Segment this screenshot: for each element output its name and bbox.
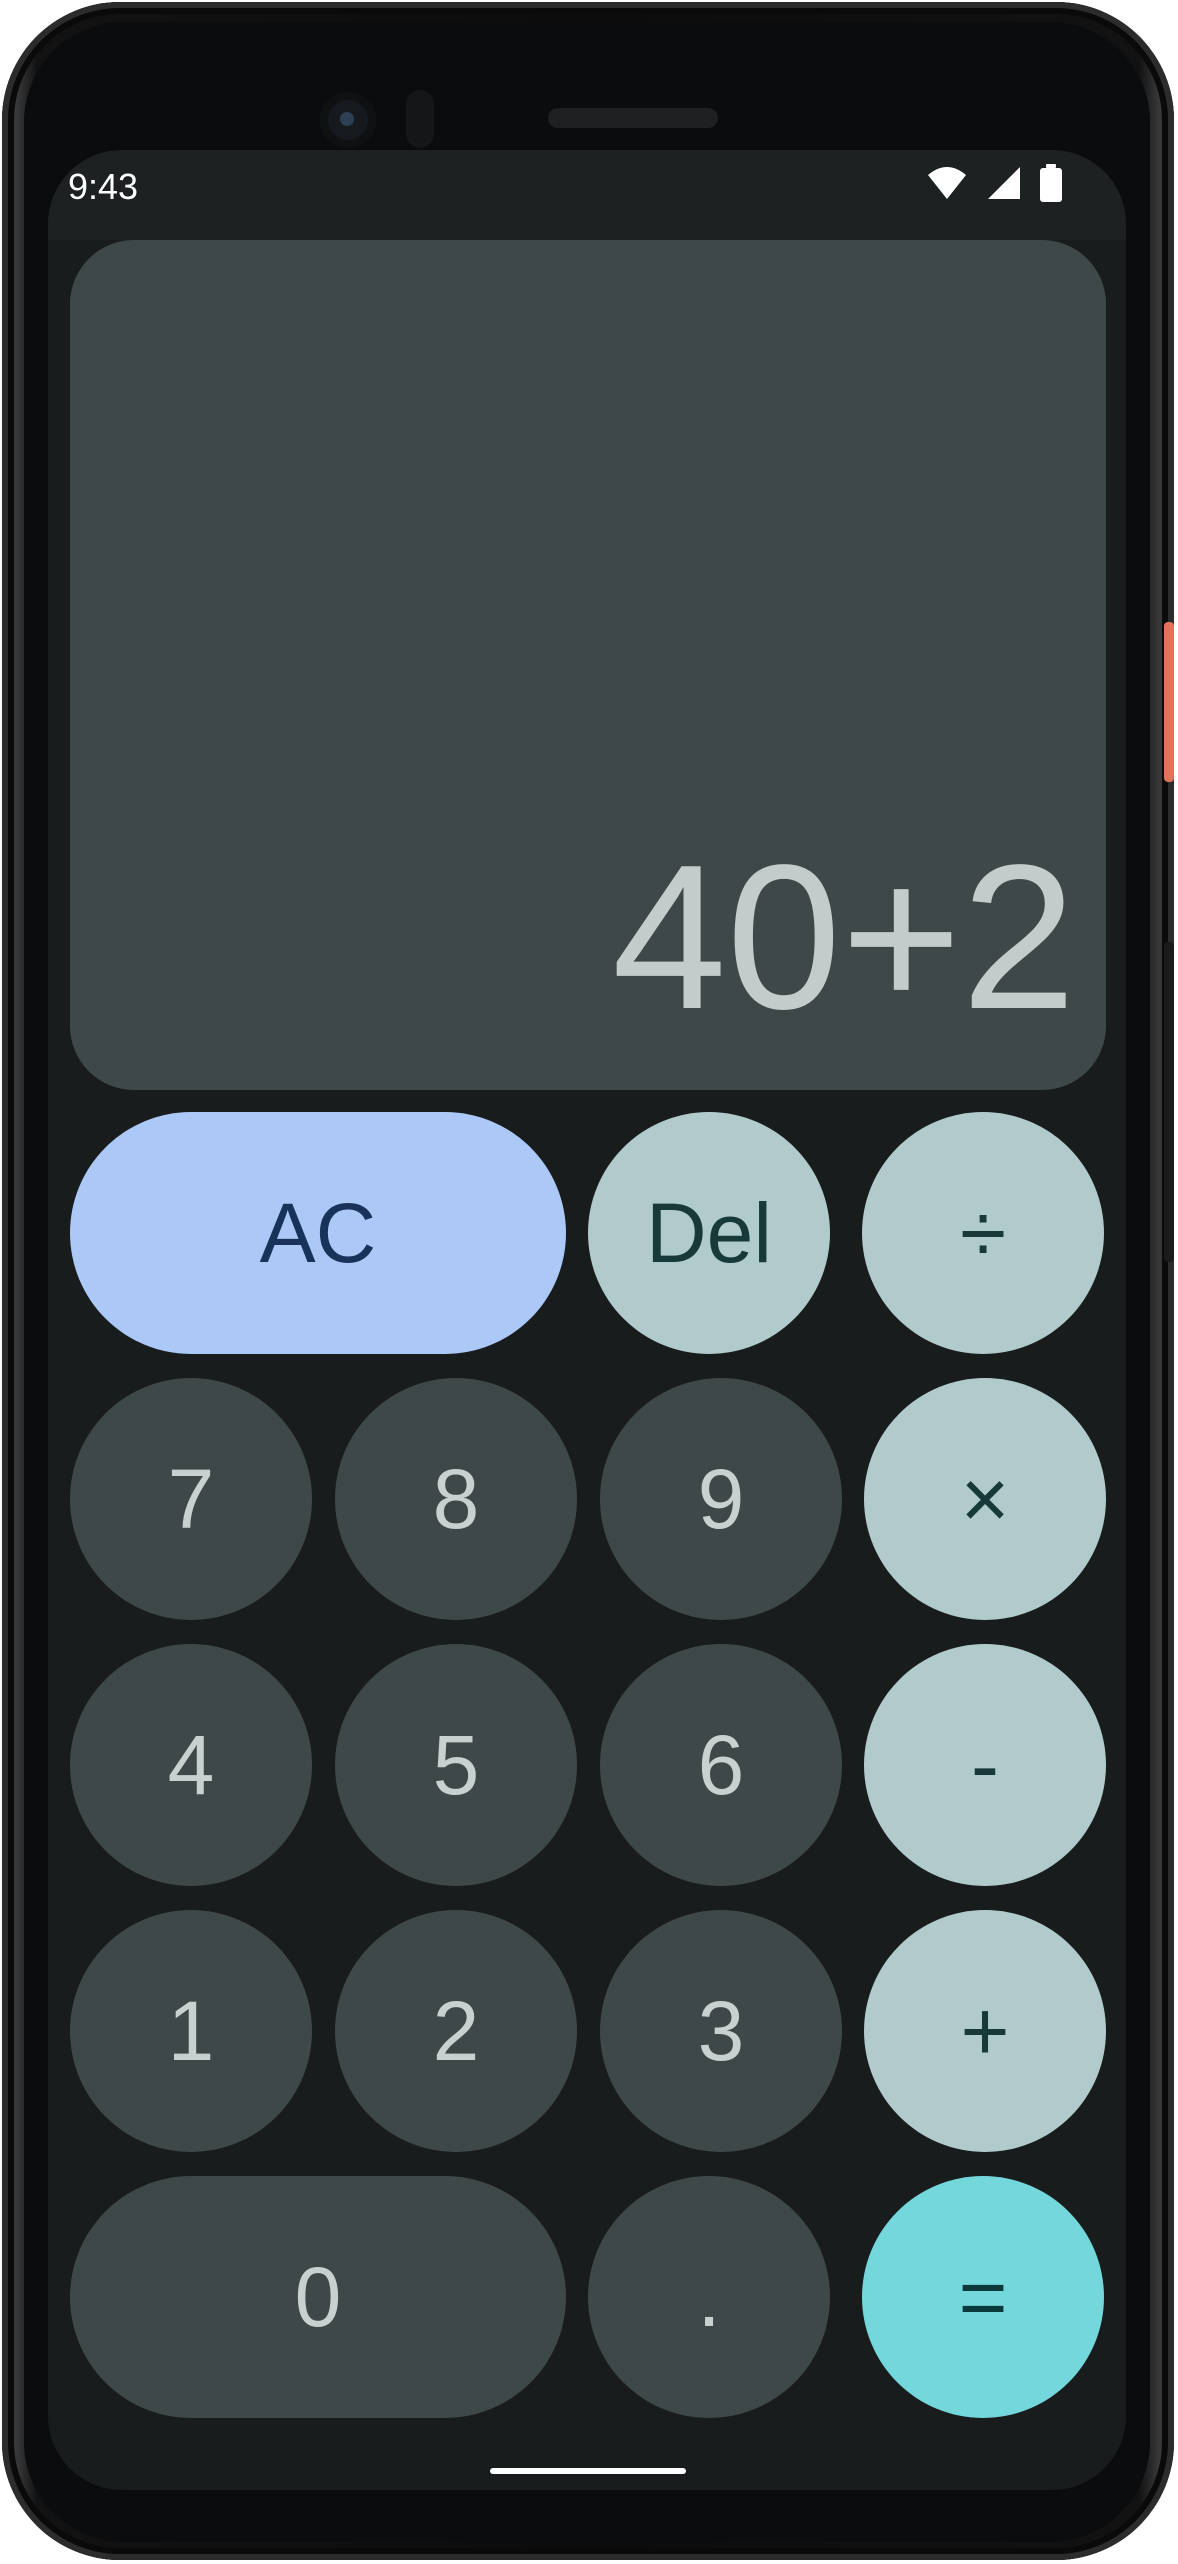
delete-button[interactable]: Del [588,1112,830,1354]
digit-9-button[interactable]: 9 [600,1378,842,1620]
digit-5-button[interactable]: 5 [335,1644,577,1886]
digit-8-button[interactable]: 8 [335,1378,577,1620]
digit-2-button[interactable]: 2 [335,1910,577,2152]
earpiece-speaker [548,108,718,128]
digit-4-button[interactable]: 4 [70,1644,312,1886]
digit-7-button[interactable]: 7 [70,1378,312,1620]
plus-button[interactable]: + [864,1910,1106,2152]
status-bar: 9:43 [48,150,1126,240]
equals-button[interactable]: = [862,2176,1104,2418]
digit-3-button[interactable]: 3 [600,1910,842,2152]
divide-button[interactable]: ÷ [862,1112,1104,1354]
home-indicator[interactable] [490,2468,686,2474]
app-screen: 9:43 40+2 AC Del ÷ 7 8 9 × 4 5 6 - 1 2 3… [48,150,1126,2490]
front-camera-icon [320,92,376,148]
volume-button [1164,942,1174,1262]
expression-text: 40+2 [611,822,1076,1052]
digit-6-button[interactable]: 6 [600,1644,842,1886]
multiply-button[interactable]: × [864,1378,1106,1620]
decimal-point-button[interactable]: . [588,2176,830,2418]
minus-button[interactable]: - [864,1644,1106,1886]
wifi-icon [926,165,968,205]
status-time: 9:43 [68,166,139,207]
all-clear-button[interactable]: AC [70,1112,566,1354]
status-icons [926,164,1062,206]
phone-frame: 9:43 40+2 AC Del ÷ 7 8 9 × 4 5 6 - 1 2 3… [2,2,1174,2560]
calculator-display: 40+2 [70,240,1106,1090]
battery-icon [1040,164,1062,206]
digit-1-button[interactable]: 1 [70,1910,312,2152]
power-button [1164,622,1174,782]
digit-0-button[interactable]: 0 [70,2176,566,2418]
signal-icon [986,165,1022,205]
sensor-icon [406,90,434,148]
